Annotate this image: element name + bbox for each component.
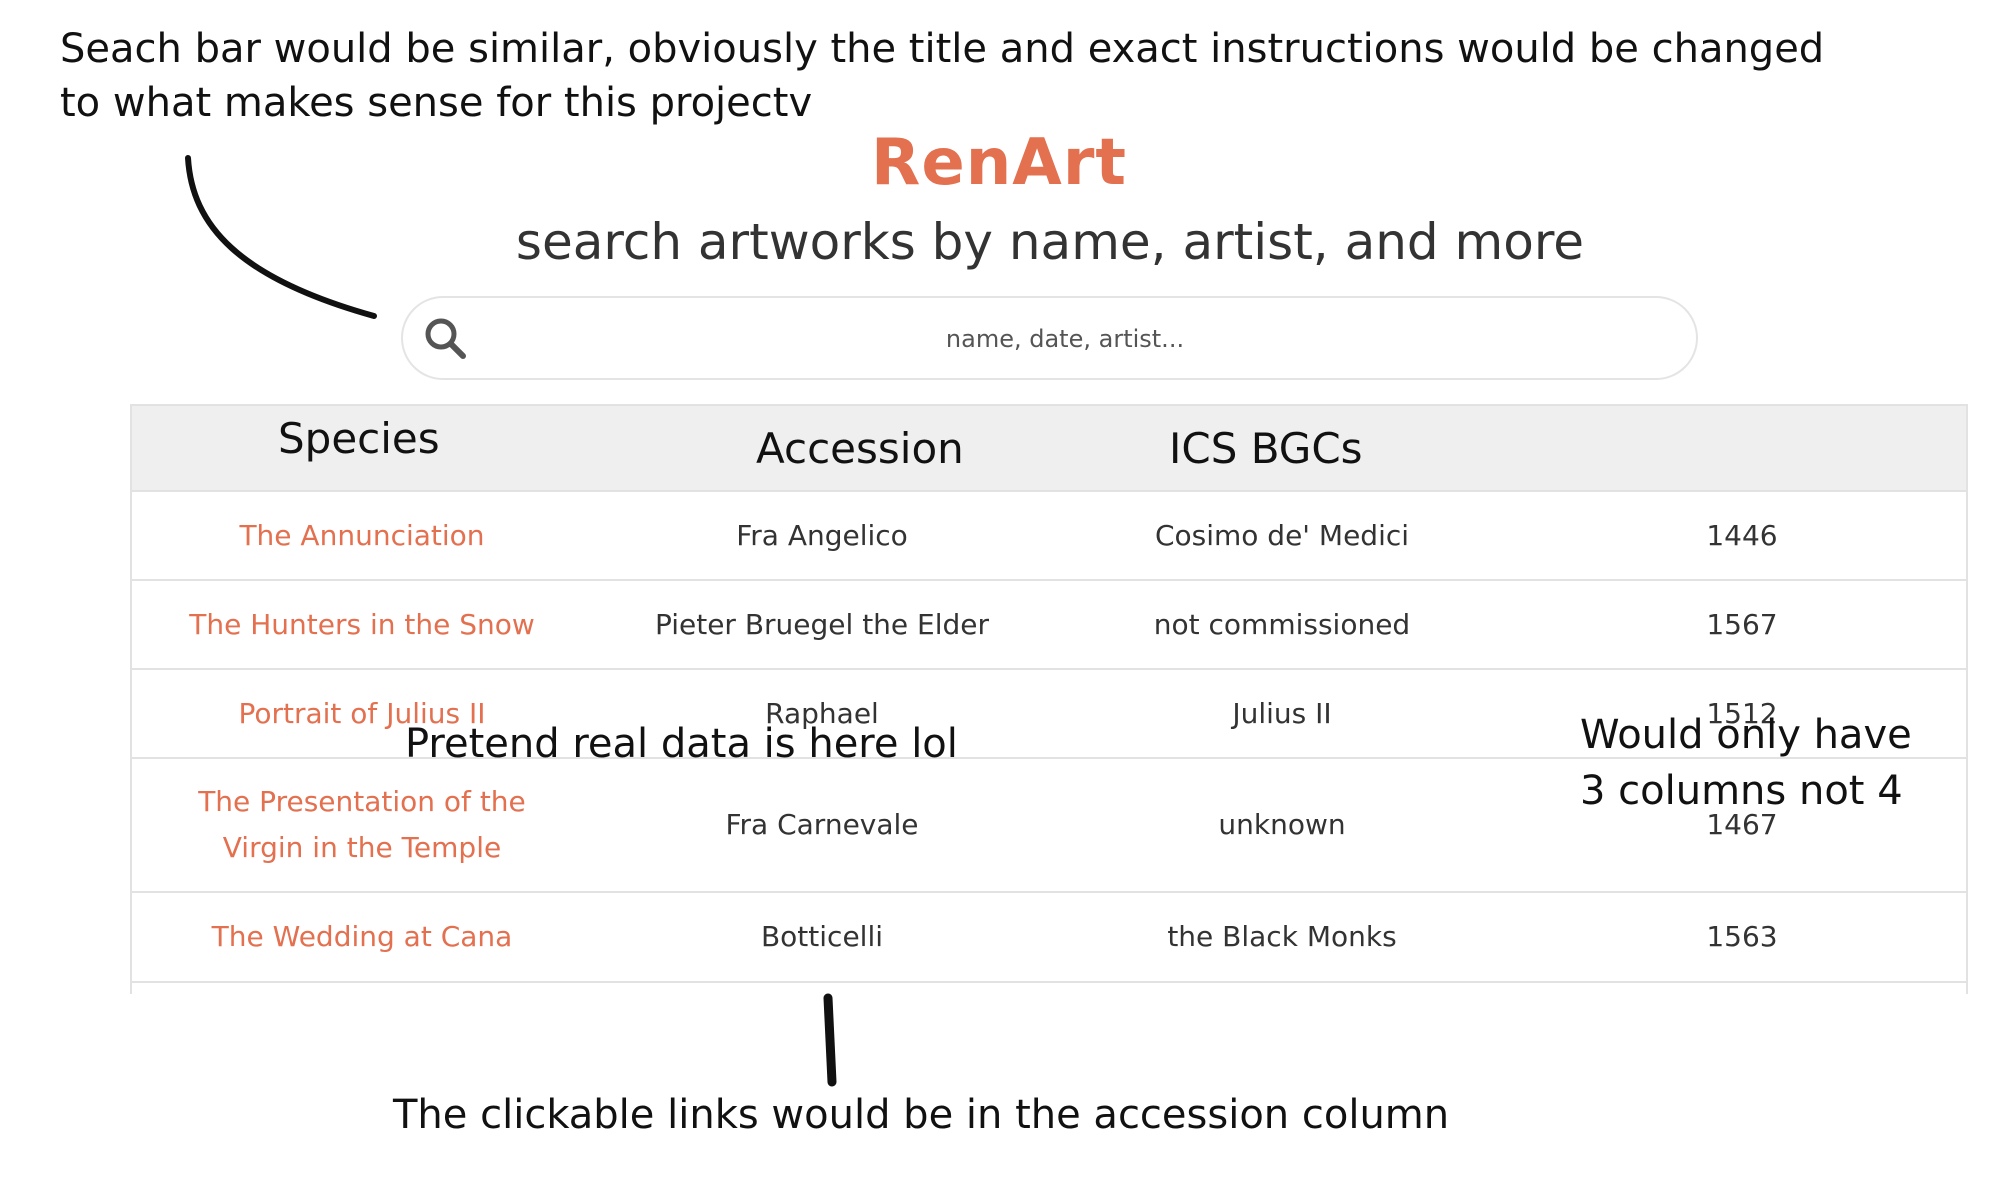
patron-cell: unknown (1218, 808, 1346, 841)
table-row: The Annunciation Fra Angelico Cosimo de'… (132, 492, 1966, 581)
annotation-vertical-stroke (823, 993, 837, 1087)
artwork-title-link[interactable]: The Annunciation (132, 492, 592, 579)
annotation-search-note-line1: Seach bar would be similar, obviously th… (60, 26, 1825, 72)
artist-cell: Pieter Bruegel the Elder (654, 607, 990, 641)
results-table: Species Accession ICS BGCs The Annunciat… (130, 404, 1968, 994)
column-header-species: Species (278, 414, 440, 463)
artwork-title-link[interactable]: The Wedding at Cana (132, 893, 592, 981)
patron-cell: the Black Monks (1167, 920, 1397, 953)
artwork-title-link[interactable]: The Presentation of the Virgin in the Te… (132, 759, 592, 891)
table-header-row: Species Accession ICS BGCs (132, 404, 1966, 492)
artwork-title-link[interactable]: The Hunters in the Snow (132, 581, 592, 668)
year-cell: 1563 (1706, 920, 1778, 953)
patron-cell: not commissioned (1153, 607, 1411, 641)
annotation-links-note: The clickable links would be in the acce… (393, 1092, 1450, 1138)
table-row: The Hunters in the Snow Pieter Bruegel t… (132, 581, 1966, 670)
artist-cell: Fra Angelico (736, 518, 908, 552)
search-icon[interactable] (421, 314, 471, 364)
year-cell: 1446 (1706, 518, 1778, 552)
column-header-accession: Accession (756, 424, 964, 473)
annotation-columns-note-line1: Would only have (1580, 712, 1912, 758)
artist-cell: Fra Carnevale (725, 808, 919, 841)
year-cell: 1567 (1706, 607, 1778, 641)
annotation-columns-note-line2: 3 columns not 4 (1580, 768, 1903, 814)
patron-cell: Cosimo de' Medici (1154, 518, 1410, 552)
table-row: The Wedding at Cana Botticelli the Black… (132, 893, 1966, 983)
patron-cell: Julius II (1232, 696, 1332, 730)
column-header-ics-bgcs: ICS BGCs (1169, 424, 1363, 473)
search-input[interactable] (483, 310, 1647, 368)
brand-title: RenArt (871, 126, 1127, 200)
artist-cell: Botticelli (760, 920, 884, 953)
annotation-search-note-line2: to what makes sense for this projectv (60, 80, 813, 126)
search-bar[interactable] (401, 296, 1698, 380)
annotation-data-note: Pretend real data is here lol (405, 721, 958, 767)
page-subtitle: search artworks by name, artist, and mor… (515, 213, 1585, 271)
